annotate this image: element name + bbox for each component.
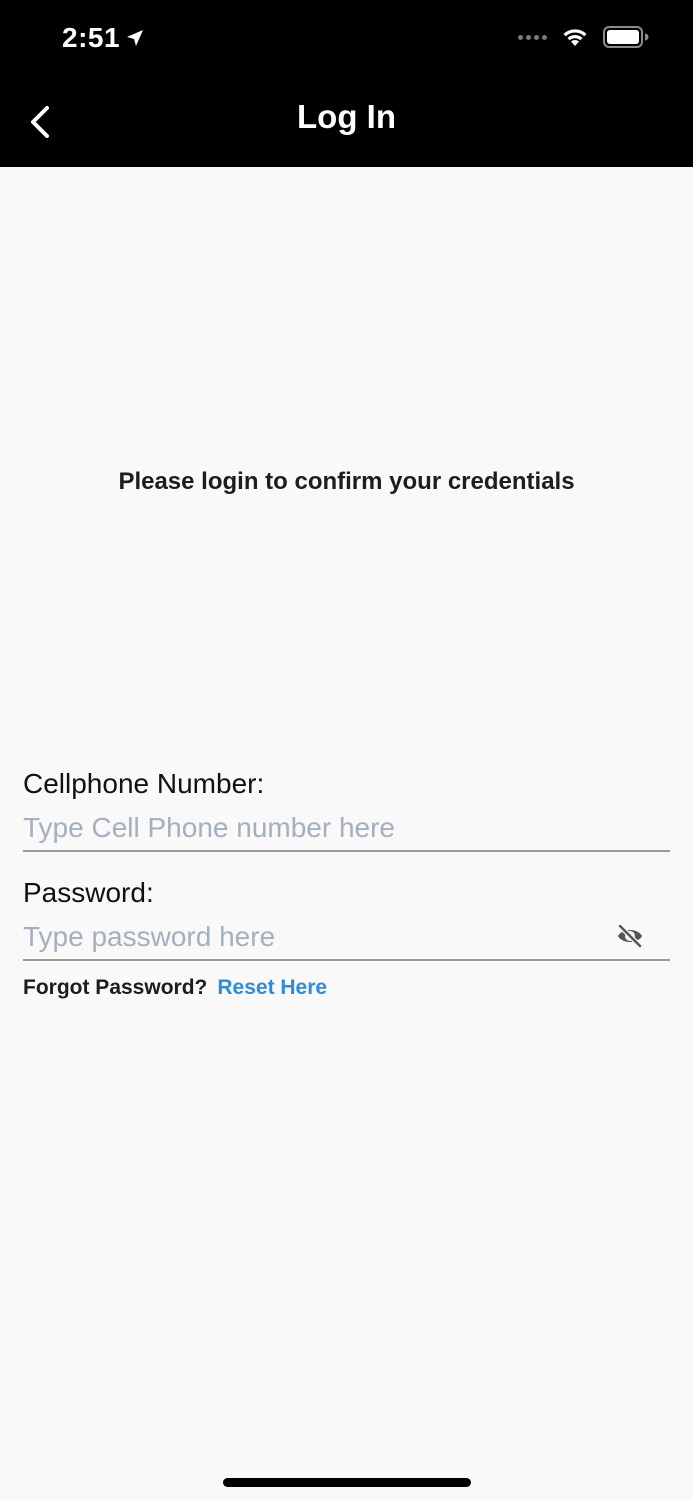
status-icons xyxy=(518,26,649,48)
forgot-password-row: Forgot Password? Reset Here xyxy=(23,976,327,1000)
location-arrow-icon xyxy=(127,30,144,46)
phone-label: Cellphone Number: xyxy=(23,768,265,799)
status-time-text: 2:51 xyxy=(62,22,121,53)
signal-dots-icon xyxy=(518,34,547,40)
password-visibility-toggle[interactable] xyxy=(614,922,646,950)
eye-off-icon xyxy=(617,924,643,948)
home-indicator xyxy=(223,1478,471,1487)
login-prompt: Please login to confirm your credentials xyxy=(118,468,575,495)
password-input[interactable] xyxy=(23,915,670,961)
reset-here-link[interactable]: Reset Here xyxy=(217,976,327,1000)
phone-input[interactable] xyxy=(23,806,670,852)
page-title: Log In xyxy=(297,98,396,135)
login-screen: 2:51 Log In Please login to confirm your… xyxy=(0,0,693,1500)
wifi-icon xyxy=(563,29,587,46)
status-time: 2:51 xyxy=(62,22,144,54)
battery-icon xyxy=(603,26,649,48)
forgot-password-text: Forgot Password? xyxy=(23,976,208,999)
top-bar: 2:51 Log In xyxy=(0,0,693,167)
password-label: Password: xyxy=(23,877,154,908)
